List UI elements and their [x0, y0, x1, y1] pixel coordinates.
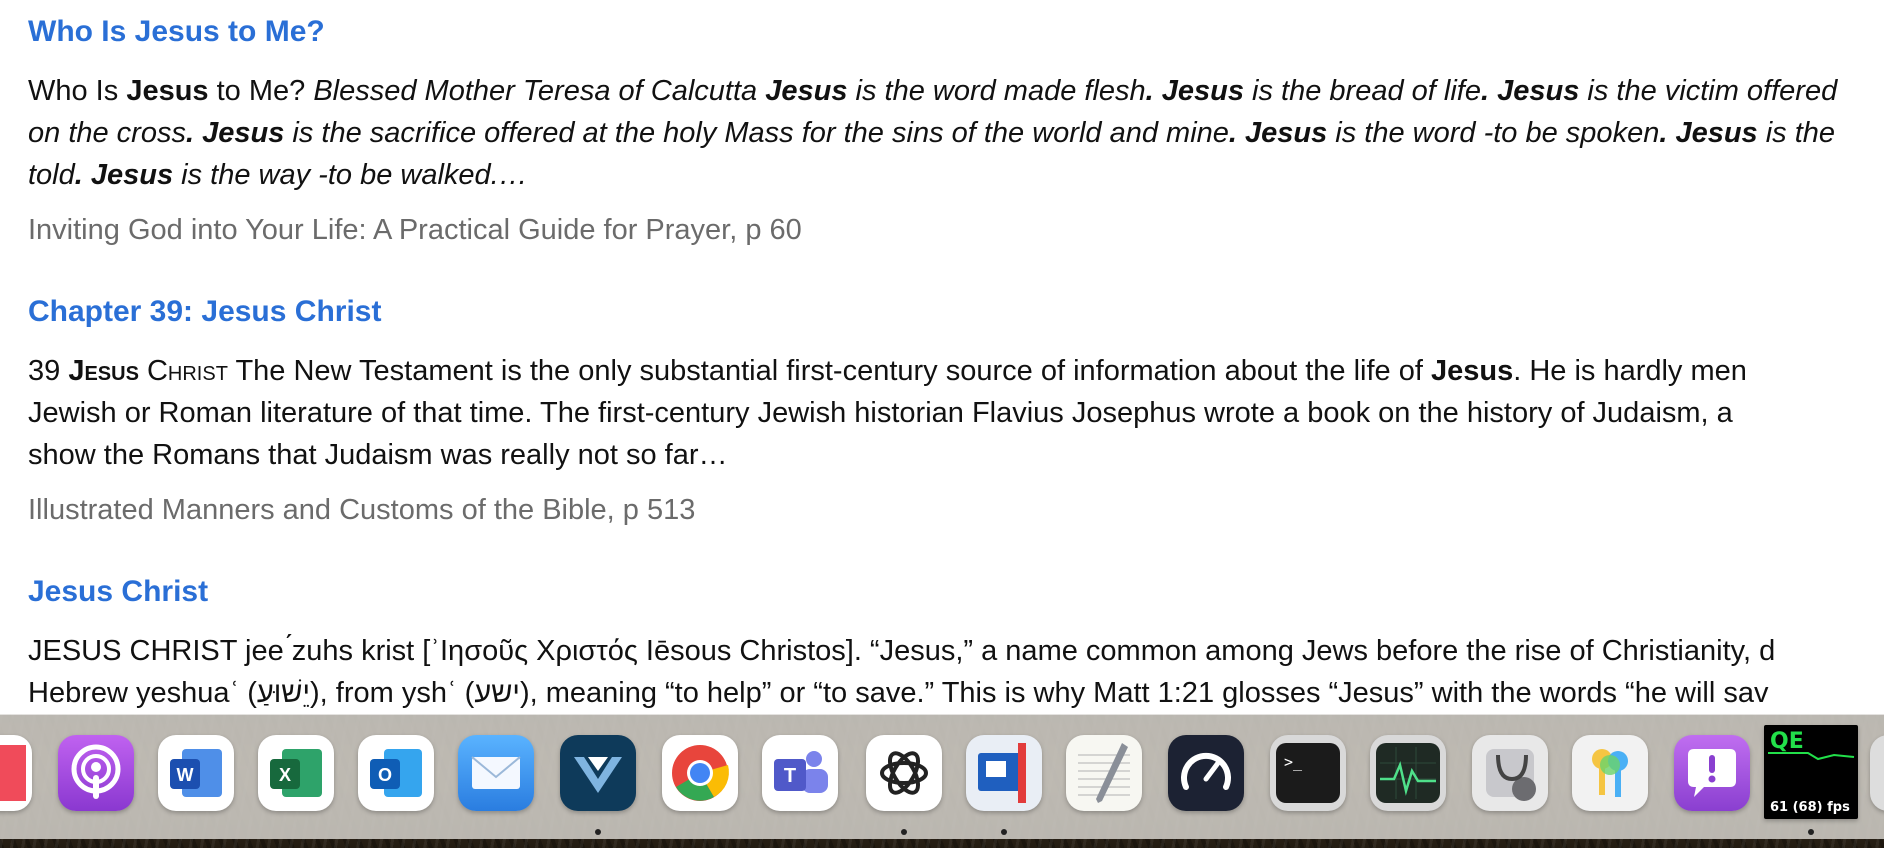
excerpt-line: show the Romans that Judaism was really … [28, 434, 1884, 476]
result-source[interactable]: Illustrated Manners and Customs of the B… [28, 492, 1884, 528]
result-3[interactable]: Jesus Christ JESUS CHRIST jee ́zuhs kris… [28, 574, 1884, 714]
passwords-icon[interactable] [1572, 735, 1648, 811]
excerpt-segment: is the victim offered [1579, 75, 1838, 107]
svg-text:T: T [784, 765, 796, 787]
excerpt-line: Hebrew yeshuaʿ (יֵשׁוּעַ), from yshʿ (יש… [28, 672, 1884, 714]
svg-text:>_: >_ [1284, 753, 1303, 771]
excerpt-segment: Jesus [126, 75, 209, 107]
excerpt-segment: . Jesus [1659, 117, 1758, 149]
excerpt-segment: is the sacrifice offered at the holy Mas… [284, 117, 1229, 149]
feedback-icon[interactable] [1674, 735, 1750, 811]
excerpt-line: on the cross. Jesus is the sacrifice off… [28, 112, 1884, 154]
terminal-icon[interactable]: >_ [1270, 735, 1346, 811]
excerpt-segment: The New Testament is the only substantia… [227, 355, 1431, 387]
quartz-debug-label: QE [1770, 729, 1804, 754]
excerpt-segment: . Jesus [74, 159, 174, 191]
excerpt-line: told. Jesus is the way -to be walked.… [28, 154, 1884, 196]
excerpt-segment: Jewish or Roman literature of that time.… [28, 397, 1733, 429]
activity-monitor-icon[interactable] [1370, 735, 1446, 811]
excerpt-segment: is the word made flesh [847, 75, 1146, 107]
news-icon[interactable] [0, 735, 32, 811]
result-2[interactable]: Chapter 39: Jesus Christ 39 Jesus Christ… [28, 294, 1884, 528]
svg-text:X: X [279, 765, 291, 785]
result-1[interactable]: Who Is Jesus to Me? Who Is Jesus to Me? … [28, 14, 1884, 248]
word-icon[interactable]: W [158, 735, 234, 811]
excerpt-segment: Blessed Mother Teresa of Calcutta [313, 75, 766, 107]
search-results: Who Is Jesus to Me? Who Is Jesus to Me? … [0, 0, 1884, 716]
excerpt-line: JESUS CHRIST jee ́zuhs krist [ʾΙησοῦς Χρ… [28, 630, 1884, 672]
excerpt-segment: . Jesus [185, 117, 285, 149]
dock: W X O T >_ QE 61 (68) fps [0, 714, 1884, 839]
trash-icon[interactable] [1870, 735, 1884, 811]
running-indicator [1001, 829, 1007, 835]
mail-icon[interactable] [458, 735, 534, 811]
disk-utility-icon[interactable] [1472, 735, 1548, 811]
chrome-icon[interactable] [662, 735, 738, 811]
result-excerpt: 39 Jesus Christ The New Testament is the… [28, 350, 1884, 476]
running-indicator [901, 829, 907, 835]
excerpt-segment: Jesus [68, 355, 139, 387]
result-excerpt: JESUS CHRIST jee ́zuhs krist [ʾΙησοῦς Χρ… [28, 630, 1884, 714]
excerpt-segment: Christ [138, 355, 228, 387]
excerpt-segment: Hebrew yeshuaʿ (יֵשׁוּעַ), from yshʿ (יש… [28, 677, 1769, 709]
teams-icon[interactable]: T [762, 735, 838, 811]
quartz-debug-icon[interactable]: QE 61 (68) fps [1764, 725, 1858, 819]
excerpt-segment: 39 [28, 355, 69, 387]
excerpt-segment: . Jesus [1145, 75, 1244, 107]
excerpt-segment: . He is hardly men [1513, 355, 1747, 387]
excerpt-segment: to Me? [208, 75, 314, 107]
excerpt-segment: on the cross [28, 117, 186, 149]
excel-icon[interactable]: X [258, 735, 334, 811]
excerpt-segment: is the [1757, 117, 1836, 149]
excerpt-segment: is the bread of life [1244, 75, 1481, 107]
result-title[interactable]: Who Is Jesus to Me? [28, 14, 1884, 50]
excerpt-line: 39 Jesus Christ The New Testament is the… [28, 350, 1884, 392]
excerpt-segment: Jesus [765, 75, 848, 107]
excerpt-segment: show the Romans that Judaism was really … [28, 439, 728, 471]
result-excerpt: Who Is Jesus to Me? Blessed Mother Teres… [28, 70, 1884, 196]
excerpt-segment: JESUS CHRIST jee ́zuhs krist [ʾΙησοῦς Χρ… [28, 635, 1776, 667]
svg-text:O: O [378, 765, 392, 785]
parallels-icon[interactable] [966, 735, 1042, 811]
svg-text:W: W [177, 765, 194, 785]
result-title[interactable]: Jesus Christ [28, 574, 1884, 610]
excerpt-segment: is the way -to be walked.… [173, 159, 528, 191]
excerpt-segment: Who Is [28, 75, 127, 107]
running-indicator [595, 829, 601, 835]
chatgpt-icon[interactable] [866, 735, 942, 811]
outlook-icon[interactable]: O [358, 735, 434, 811]
excerpt-segment: Jesus [1430, 355, 1514, 387]
excerpt-line: Who Is Jesus to Me? Blessed Mother Teres… [28, 70, 1884, 112]
textedit-icon[interactable] [1066, 735, 1142, 811]
excerpt-segment: is the word -to be spoken [1327, 117, 1660, 149]
fps-readout: 61 (68) fps [1770, 800, 1850, 815]
logos-icon[interactable] [560, 735, 636, 811]
result-source[interactable]: Inviting God into Your Life: A Practical… [28, 212, 1884, 248]
running-indicator [1808, 829, 1814, 835]
result-title[interactable]: Chapter 39: Jesus Christ [28, 294, 1884, 330]
excerpt-line: Jewish or Roman literature of that time.… [28, 392, 1884, 434]
podcasts-icon[interactable] [58, 735, 134, 811]
excerpt-segment: . Jesus [1480, 75, 1580, 107]
excerpt-segment: . Jesus [1228, 117, 1328, 149]
speedtest-icon[interactable] [1168, 735, 1244, 811]
excerpt-segment: told [28, 159, 75, 191]
